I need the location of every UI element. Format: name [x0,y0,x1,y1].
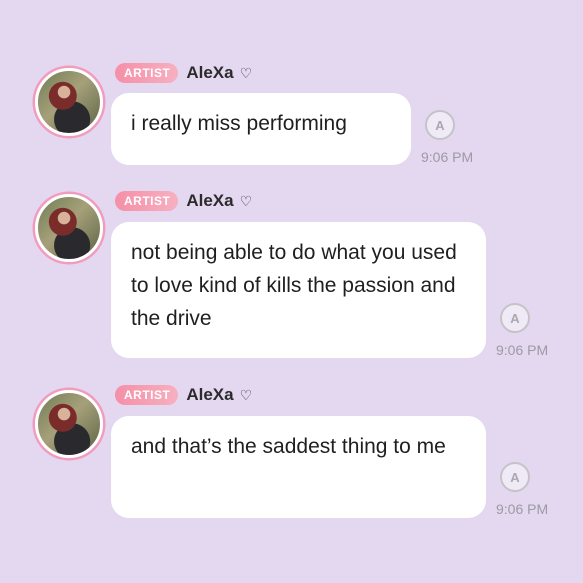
message-bubble[interactable]: not being able to do what you used to lo… [111,222,486,358]
sender-row: ARTIST AleXa ♡ [115,384,252,406]
avatar[interactable] [35,68,103,136]
message-bubble[interactable]: and that’s the saddest thing to me [111,416,486,518]
sender-name[interactable]: AleXa [186,63,233,83]
timestamp: 9:06 PM [421,149,474,165]
message-bubble[interactable]: i really miss performing [111,93,411,165]
artist-badge: ARTIST [115,191,179,211]
artist-badge: ARTIST [115,63,179,83]
sender-name[interactable]: AleXa [186,385,233,405]
artist-badge: ARTIST [115,385,179,405]
sender-row: ARTIST AleXa ♡ [115,190,252,212]
translate-icon[interactable]: A [425,110,455,140]
timestamp: 9:06 PM [496,501,549,517]
heart-icon: ♡ [239,192,253,209]
heart-icon: ♡ [239,64,253,81]
translate-icon[interactable]: A [500,303,530,333]
message-text: and that’s the saddest thing to me [131,435,446,458]
avatar[interactable] [35,390,103,458]
translate-icon[interactable]: A [500,462,530,492]
avatar[interactable] [35,194,103,262]
timestamp: 9:06 PM [496,342,549,358]
message-text: i really miss performing [131,112,347,135]
sender-row: ARTIST AleXa ♡ [115,62,252,84]
message-text: not being able to do what you used to lo… [131,241,457,330]
sender-name[interactable]: AleXa [186,191,233,211]
heart-icon: ♡ [239,386,253,403]
